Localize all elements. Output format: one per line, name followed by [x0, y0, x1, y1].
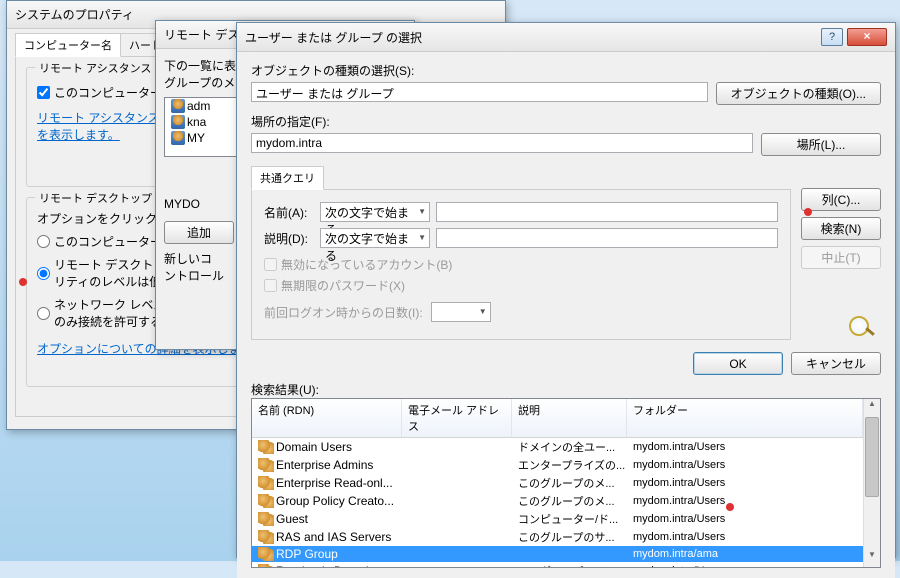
red-marker	[804, 208, 812, 216]
window-title: ユーザー または グループ の選択	[245, 29, 821, 46]
desc-match-select[interactable]: 次の文字で始まる	[320, 228, 430, 248]
search-button[interactable]: 検索(N)	[801, 217, 881, 240]
table-row[interactable]: RAS and IAS Serversこのグループのサ...mydom.intr…	[252, 528, 863, 546]
add-button[interactable]: 追加	[164, 221, 234, 244]
help-button[interactable]: ?	[821, 28, 843, 46]
group-icon	[258, 476, 274, 490]
table-row[interactable]: Domain Usersドメインの全ユー...mydom.intra/Users	[252, 438, 863, 456]
select-users-groups-window: ユーザー または グループ の選択 ? × オブジェクトの種類の選択(S): ユ…	[236, 22, 896, 558]
tab-computer-name[interactable]: コンピューター名	[15, 33, 121, 57]
group-icon	[258, 440, 274, 454]
group-icon	[258, 530, 274, 544]
vertical-scrollbar[interactable]: ▲ ▼	[863, 399, 880, 567]
red-marker	[726, 503, 734, 511]
columns-button[interactable]: 列(C)...	[801, 188, 881, 211]
object-types-button[interactable]: オブジェクトの種類(O)...	[716, 82, 881, 105]
col-desc[interactable]: 説明	[512, 399, 627, 437]
magnifier-icon	[841, 314, 881, 340]
label-days-since-logon: 前回ログオン時からの日数(I):	[264, 304, 423, 321]
user-icon	[171, 131, 185, 145]
label-object-type: オブジェクトの種類の選択(S):	[251, 62, 881, 79]
label-location: 場所の指定(F):	[251, 113, 881, 130]
group-title: リモート アシスタンス	[35, 60, 155, 76]
user-icon	[171, 115, 185, 129]
col-folder[interactable]: フォルダー	[627, 399, 863, 437]
col-name[interactable]: 名前 (RDN)	[252, 399, 402, 437]
days-select	[431, 302, 491, 322]
label-results: 検索結果(U):	[251, 381, 881, 398]
group-icon	[258, 564, 274, 567]
cancel-button[interactable]: キャンセル	[791, 352, 881, 375]
label-desc: 説明(D):	[264, 230, 314, 247]
object-type-field[interactable]: ユーザー または グループ	[251, 82, 708, 102]
desc-input[interactable]	[436, 228, 778, 248]
group-icon	[258, 458, 274, 472]
label-name: 名前(A):	[264, 204, 314, 221]
table-row[interactable]: Read-only Domain ...このグループのメ...mydom.int…	[252, 562, 863, 567]
table-row[interactable]: RDP Groupmydom.intra/ama	[252, 546, 863, 562]
table-row[interactable]: Guestコンピューター/ド...mydom.intra/Users	[252, 510, 863, 528]
window-title: リモート デス	[164, 28, 239, 42]
group-icon	[258, 494, 274, 508]
results-listview[interactable]: 名前 (RDN) 電子メール アドレス 説明 フォルダー Domain User…	[251, 398, 881, 568]
name-match-select[interactable]: 次の文字で始まる	[320, 202, 430, 222]
group-icon	[258, 547, 274, 561]
stop-button: 中止(T)	[801, 246, 881, 269]
group-icon	[258, 512, 274, 526]
location-field[interactable]: mydom.intra	[251, 133, 753, 153]
locations-button[interactable]: 場所(L)...	[761, 133, 881, 156]
user-icon	[171, 99, 185, 113]
red-marker	[19, 278, 27, 286]
col-email[interactable]: 電子メール アドレス	[402, 399, 512, 437]
disabled-accounts-checkbox[interactable]: 無効になっているアカウント(B)	[264, 256, 778, 273]
table-row[interactable]: Enterprise Read-onl...このグループのメ...mydom.i…	[252, 474, 863, 492]
ok-button[interactable]: OK	[693, 352, 783, 375]
close-button[interactable]: ×	[847, 28, 887, 46]
table-row[interactable]: Enterprise Adminsエンタープライズの...mydom.intra…	[252, 456, 863, 474]
no-expire-password-checkbox[interactable]: 無期限のパスワード(X)	[264, 277, 778, 294]
name-input[interactable]	[436, 202, 778, 222]
tab-common-query[interactable]: 共通クエリ	[251, 166, 324, 190]
group-title: リモート デスクトップ	[35, 190, 156, 206]
window-title: システムのプロパティ	[15, 8, 134, 22]
table-row[interactable]: Group Policy Creato...このグループのメ...mydom.i…	[252, 492, 863, 510]
titlebar[interactable]: ユーザー または グループ の選択 ? ×	[237, 23, 895, 52]
